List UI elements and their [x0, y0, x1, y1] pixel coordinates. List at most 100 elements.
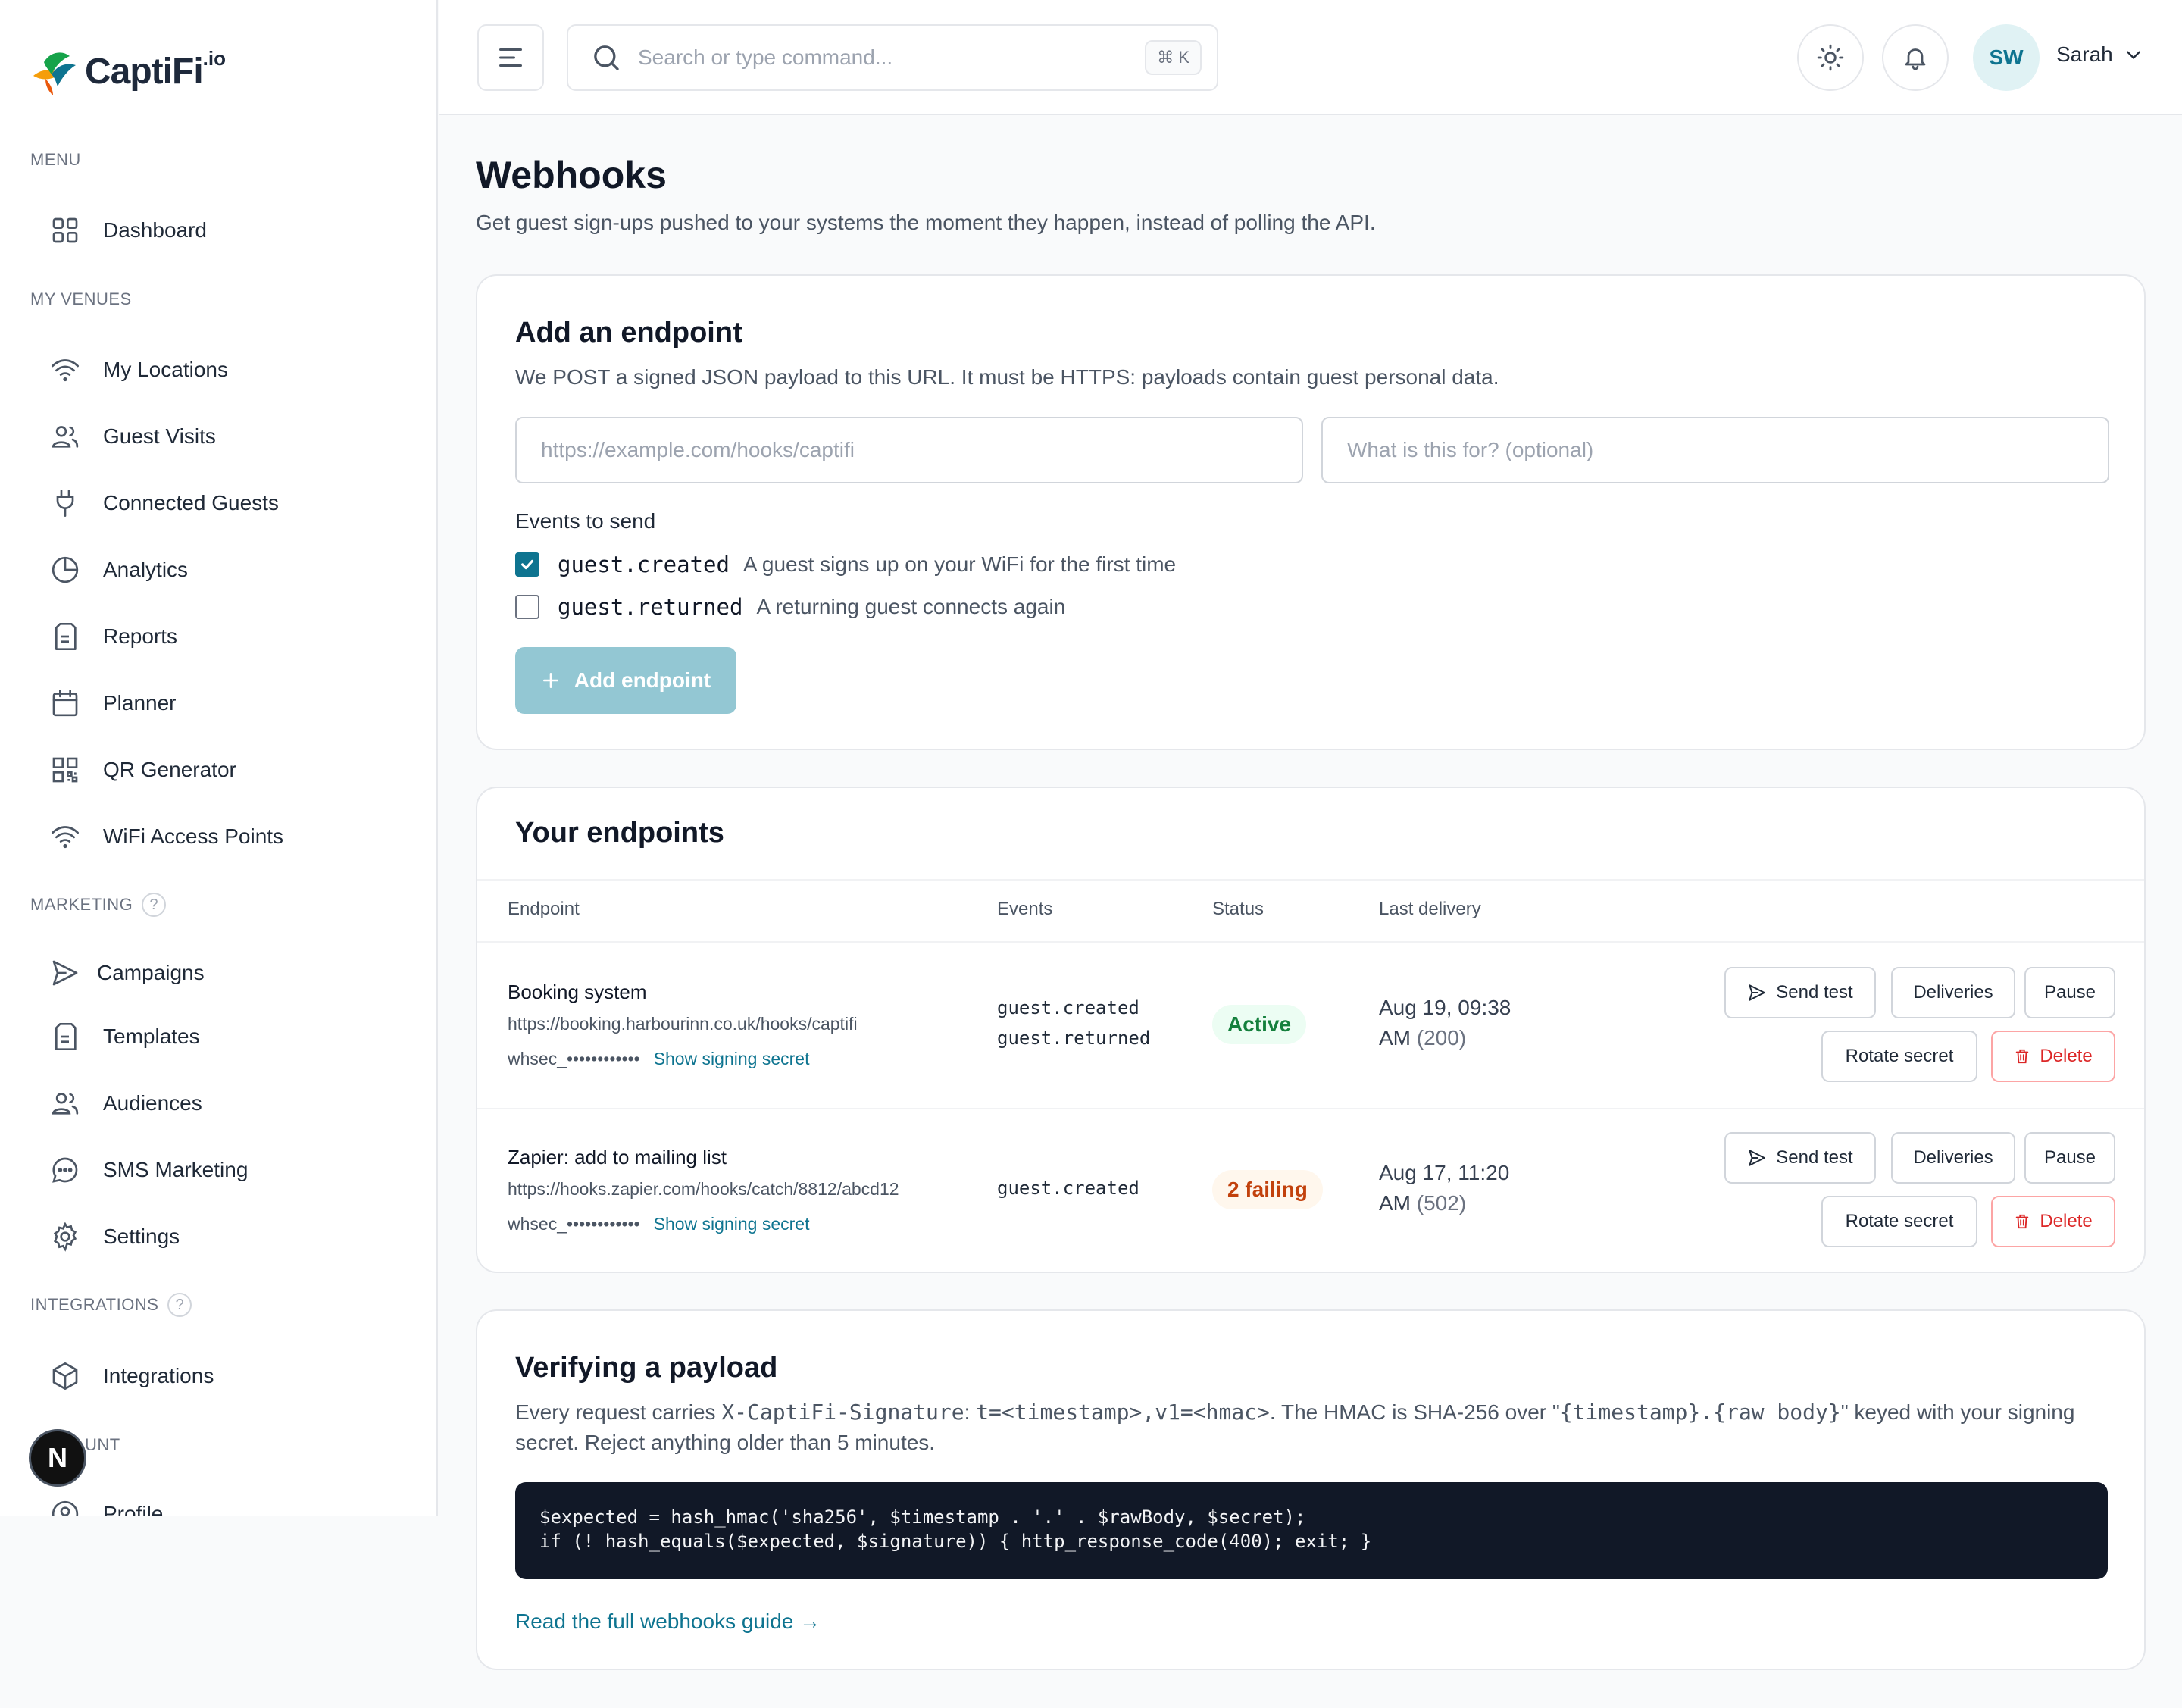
endpoint-purpose-input[interactable]: [1321, 417, 2109, 483]
endpoint-events: guest.created: [997, 1173, 1139, 1203]
delete-button[interactable]: Delete: [1991, 1031, 2115, 1082]
add-endpoint-title: Add an endpoint: [515, 317, 742, 349]
rotate-secret-button[interactable]: Rotate secret: [1821, 1196, 1977, 1247]
sidebar-item-connected-guests[interactable]: Connected Guests: [48, 482, 279, 524]
column-endpoint: Endpoint: [508, 899, 580, 919]
help-icon[interactable]: ?: [142, 893, 167, 917]
avatar[interactable]: SW: [1973, 24, 2040, 91]
sidebar-item-templates[interactable]: Templates: [48, 1015, 200, 1058]
sidebar-item-access-points[interactable]: WiFi Access Points: [48, 815, 283, 858]
brand-suffix: .io: [202, 47, 226, 70]
pause-button[interactable]: Pause: [2024, 1132, 2115, 1184]
add-endpoint-button[interactable]: Add endpoint: [515, 647, 736, 714]
sidebar: CaptiFi .io MENU Dashboard MY VENUES My …: [0, 0, 438, 1516]
section-account: UNT: [85, 1435, 120, 1454]
brand-logo[interactable]: CaptiFi .io: [30, 45, 226, 97]
section-integrations: INTEGRATIONS ?: [30, 1293, 192, 1317]
sidebar-item-sms-marketing[interactable]: SMS Marketing: [48, 1149, 248, 1191]
sidebar-item-planner[interactable]: Planner: [48, 682, 177, 724]
sidebar-item-label: QR Generator: [103, 758, 236, 781]
checkbox-checked[interactable]: [515, 552, 539, 577]
plug-icon: [48, 486, 82, 520]
column-last-delivery: Last delivery: [1379, 899, 1481, 919]
sidebar-item-analytics[interactable]: Analytics: [48, 549, 188, 591]
send-icon: [1749, 1150, 1766, 1166]
last-delivery-time: Aug 19, 09:38: [1379, 996, 1511, 1019]
help-icon[interactable]: ?: [167, 1293, 192, 1317]
sidebar-item-reports[interactable]: Reports: [48, 615, 177, 658]
sidebar-item-label: Integrations: [103, 1364, 214, 1387]
notifications-button[interactable]: [1882, 24, 1949, 91]
sidebar-item-label: Connected Guests: [103, 491, 279, 515]
signature-format-code: t=<timestamp>,v1=<hmac>: [976, 1400, 1270, 1425]
rotate-secret-button[interactable]: Rotate secret: [1821, 1031, 1977, 1082]
endpoints-title: Your endpoints: [515, 817, 724, 849]
sidebar-cutoff: [0, 1516, 438, 1708]
sidebar-item-label: Planner: [103, 691, 177, 715]
search-input[interactable]: [638, 45, 1146, 70]
wifi-icon: [48, 353, 82, 386]
delete-button[interactable]: Delete: [1991, 1196, 2115, 1247]
pause-button[interactable]: Pause: [2024, 967, 2115, 1018]
sidebar-item-settings[interactable]: Settings: [48, 1215, 180, 1258]
sidebar-item-campaigns[interactable]: Campaigns: [48, 952, 205, 994]
webhooks-guide-link[interactable]: Read the full webhooks guide →: [515, 1609, 821, 1634]
sidebar-item-integrations[interactable]: Integrations: [48, 1355, 214, 1397]
deliveries-button[interactable]: Deliveries: [1891, 1132, 2015, 1184]
checkmark-icon: [520, 559, 534, 570]
user-menu[interactable]: Sarah: [2056, 42, 2143, 67]
sidebar-item-label: SMS Marketing: [103, 1158, 249, 1181]
add-endpoint-label: Add endpoint: [574, 668, 711, 692]
endpoint-name: Booking system: [508, 981, 647, 1003]
last-delivery: Aug 17, 11:20 AM (502): [1379, 1158, 1530, 1218]
endpoint-secret: whsec_•••••••••••• Show signing secret: [508, 1214, 809, 1234]
send-test-button[interactable]: Send test: [1724, 967, 1876, 1018]
wifi-icon: [48, 820, 82, 853]
status-badge: Active: [1212, 1005, 1307, 1044]
code-line: if (! hash_equals($expected, $signature)…: [539, 1531, 1372, 1552]
sidebar-item-guest-visits[interactable]: Guest Visits: [48, 415, 216, 458]
theme-toggle-button[interactable]: [1797, 24, 1864, 91]
last-delivery-status: AM (200): [1379, 1023, 1530, 1053]
bell-icon: [1905, 48, 1926, 70]
section-integrations-label: INTEGRATIONS: [30, 1295, 159, 1314]
event-description: A guest signs up on your WiFi for the fi…: [742, 552, 1177, 576]
event-option-guest-returned[interactable]: guest.returned A returning guest connect…: [515, 594, 1065, 620]
last-delivery-time: Aug 17, 11:20: [1379, 1161, 1510, 1184]
search-bar[interactable]: ⌘ K: [567, 24, 1218, 91]
bird-logo-icon: [33, 52, 76, 95]
event-code: guest.created: [997, 1178, 1139, 1199]
page-title: Webhooks: [476, 154, 667, 196]
sun-icon: [1817, 44, 1844, 71]
send-icon: [48, 956, 82, 990]
verify-text: . The HMAC is SHA-256 over ": [1269, 1400, 1560, 1424]
sidebar-toggle-button[interactable]: [477, 24, 544, 91]
show-secret-link[interactable]: Show signing secret: [654, 1214, 810, 1234]
event-option-guest-created[interactable]: guest.created A guest signs up on your W…: [515, 552, 1176, 577]
last-delivery: Aug 19, 09:38 AM (200): [1379, 993, 1530, 1053]
deliveries-button[interactable]: Deliveries: [1891, 967, 2015, 1018]
dev-tools-badge[interactable]: N: [29, 1429, 86, 1487]
column-events: Events: [997, 899, 1053, 919]
checkbox-unchecked[interactable]: [515, 595, 539, 619]
sidebar-item-dashboard[interactable]: Dashboard: [48, 209, 207, 252]
verify-text: Every request carries: [515, 1400, 722, 1424]
sidebar-item-locations[interactable]: My Locations: [48, 349, 228, 391]
chat-bubble-icon: [48, 1153, 82, 1187]
search-icon: [594, 45, 619, 70]
signature-header-code: X-CaptiFi-Signature: [721, 1400, 964, 1425]
send-test-button[interactable]: Send test: [1724, 1132, 1876, 1184]
show-secret-link[interactable]: Show signing secret: [654, 1049, 810, 1069]
masked-secret: whsec_••••••••••••: [508, 1049, 640, 1068]
sidebar-item-label: Campaigns: [97, 961, 205, 984]
section-marketing: MARKETING ?: [30, 893, 167, 917]
sidebar-item-profile[interactable]: Profile: [48, 1493, 163, 1516]
sidebar-item-qr-generator[interactable]: QR Generator: [48, 749, 236, 791]
endpoint-events: guest.created guest.returned: [997, 993, 1150, 1053]
document-icon: [48, 1020, 82, 1053]
endpoint-url-input[interactable]: [515, 417, 1303, 483]
verify-title: Verifying a payload: [515, 1352, 778, 1384]
sidebar-item-label: Analytics: [103, 558, 189, 581]
sidebar-item-audiences[interactable]: Audiences: [48, 1082, 202, 1125]
chevron-down-icon: [2126, 51, 2140, 60]
